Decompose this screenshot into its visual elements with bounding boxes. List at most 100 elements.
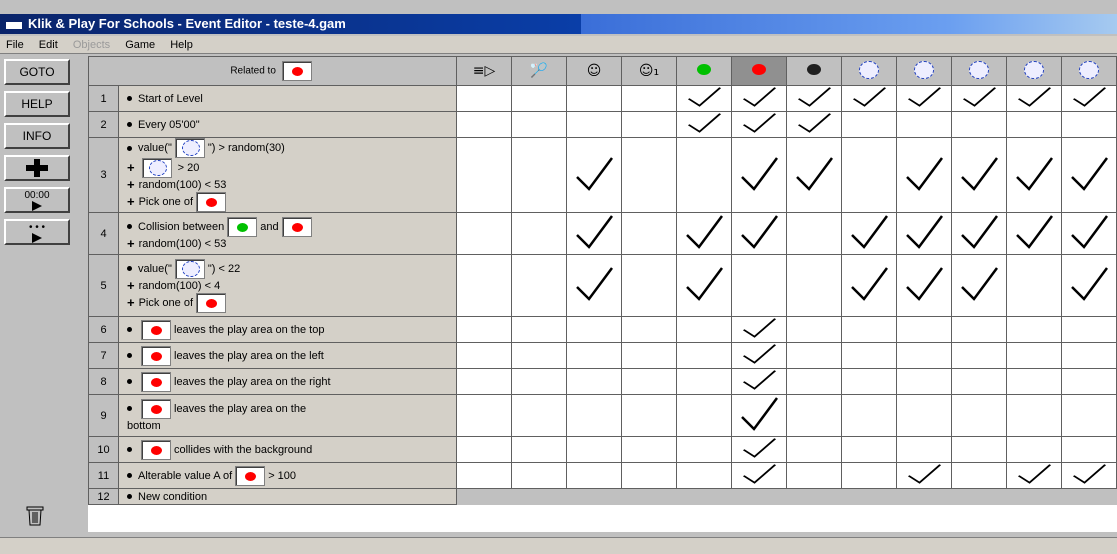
- action-cell[interactable]: [566, 394, 622, 437]
- action-cell[interactable]: [566, 316, 622, 343]
- event-number[interactable]: 2: [88, 111, 119, 138]
- action-cell[interactable]: [676, 462, 732, 489]
- event-conditions[interactable]: Collision between and + random(100) < 53: [118, 212, 457, 255]
- event-number[interactable]: 9: [88, 394, 119, 437]
- action-cell[interactable]: [676, 212, 732, 255]
- green-ball-icon[interactable]: [227, 216, 258, 237]
- action-cell[interactable]: [456, 212, 512, 255]
- action-cell[interactable]: [676, 111, 732, 138]
- action-cell[interactable]: [1006, 137, 1062, 213]
- event-number[interactable]: 8: [88, 368, 119, 395]
- action-cell[interactable]: [511, 85, 567, 112]
- event-conditions[interactable]: leaves the play area on the right: [118, 368, 457, 395]
- action-cell[interactable]: [676, 316, 732, 343]
- action-cell[interactable]: [896, 316, 952, 343]
- action-cell[interactable]: [951, 368, 1007, 395]
- action-cell[interactable]: [621, 137, 677, 213]
- action-cell[interactable]: [511, 342, 567, 369]
- goto-button[interactable]: GOTO: [4, 59, 70, 85]
- menu-file[interactable]: File: [0, 36, 30, 52]
- red-ball-icon[interactable]: [196, 192, 227, 212]
- event-number[interactable]: 7: [88, 342, 119, 369]
- action-cell[interactable]: [456, 462, 512, 489]
- action-cell[interactable]: [731, 254, 787, 317]
- action-cell[interactable]: [566, 137, 622, 213]
- action-cell[interactable]: [621, 462, 677, 489]
- action-cell[interactable]: [676, 137, 732, 213]
- action-cell[interactable]: [1061, 111, 1117, 138]
- event-number[interactable]: 3: [88, 137, 119, 213]
- object-column-10[interactable]: [951, 56, 1007, 86]
- action-cell[interactable]: [896, 212, 952, 255]
- action-cell[interactable]: [786, 462, 842, 489]
- action-cell[interactable]: [1061, 342, 1117, 369]
- action-cell[interactable]: [621, 111, 677, 138]
- action-cell[interactable]: [1061, 462, 1117, 489]
- action-cell[interactable]: [1006, 316, 1062, 343]
- action-cell[interactable]: [1006, 342, 1062, 369]
- red-ball-icon[interactable]: [141, 345, 171, 366]
- action-cell[interactable]: [676, 254, 732, 317]
- object-column-9[interactable]: [896, 56, 952, 86]
- action-cell[interactable]: [1006, 85, 1062, 112]
- action-cell[interactable]: [841, 368, 897, 395]
- action-cell[interactable]: [841, 462, 897, 489]
- event-number[interactable]: 10: [88, 436, 119, 463]
- action-cell[interactable]: [566, 254, 622, 317]
- action-cell[interactable]: [511, 462, 567, 489]
- action-cell[interactable]: [456, 111, 512, 138]
- action-cell[interactable]: [456, 342, 512, 369]
- action-cell[interactable]: [621, 368, 677, 395]
- event-number[interactable]: 1: [88, 85, 119, 112]
- action-cell[interactable]: [511, 137, 567, 213]
- event-conditions[interactable]: Every 05'00": [118, 111, 457, 138]
- action-cell[interactable]: [1061, 85, 1117, 112]
- action-cell[interactable]: [896, 368, 952, 395]
- action-cell[interactable]: [951, 394, 1007, 437]
- related-to-cell[interactable]: Related to: [88, 56, 457, 86]
- step-button[interactable]: • • •: [4, 219, 70, 245]
- object-column-5[interactable]: [676, 56, 732, 86]
- red-ball-icon[interactable]: [235, 465, 266, 486]
- action-cell[interactable]: [731, 342, 787, 369]
- red-ball-icon[interactable]: [141, 439, 171, 460]
- trash-icon[interactable]: [26, 504, 44, 526]
- object-column-8[interactable]: [841, 56, 897, 86]
- action-cell[interactable]: [511, 254, 567, 317]
- add-button[interactable]: [4, 155, 70, 181]
- action-cell[interactable]: [896, 436, 952, 463]
- action-cell[interactable]: [566, 368, 622, 395]
- object-column-3[interactable]: ☺: [566, 56, 622, 86]
- action-cell[interactable]: [456, 137, 512, 213]
- timer-button[interactable]: 00:00: [4, 187, 70, 213]
- action-cell[interactable]: [951, 111, 1007, 138]
- action-cell[interactable]: [566, 462, 622, 489]
- event-number[interactable]: 6: [88, 316, 119, 343]
- action-cell[interactable]: [951, 436, 1007, 463]
- action-cell[interactable]: [841, 342, 897, 369]
- action-cell[interactable]: [951, 254, 1007, 317]
- action-cell[interactable]: [786, 137, 842, 213]
- red-ball-icon[interactable]: [141, 319, 171, 340]
- action-cell[interactable]: [786, 316, 842, 343]
- action-cell[interactable]: [1061, 368, 1117, 395]
- action-cell[interactable]: [1061, 394, 1117, 437]
- action-cell[interactable]: [786, 368, 842, 395]
- action-cell[interactable]: [731, 137, 787, 213]
- action-cell[interactable]: [896, 254, 952, 317]
- help-button[interactable]: HELP: [4, 91, 70, 117]
- action-cell[interactable]: [1006, 111, 1062, 138]
- menu-help[interactable]: Help: [164, 36, 199, 52]
- action-cell[interactable]: [1061, 254, 1117, 317]
- action-cell[interactable]: [1006, 462, 1062, 489]
- action-cell[interactable]: [1006, 368, 1062, 395]
- action-cell[interactable]: [896, 394, 952, 437]
- action-cell[interactable]: [1006, 394, 1062, 437]
- action-cell[interactable]: [841, 394, 897, 437]
- action-cell[interactable]: [731, 316, 787, 343]
- action-cell[interactable]: [511, 368, 567, 395]
- event-conditions[interactable]: collides with the background: [118, 436, 457, 463]
- action-cell[interactable]: [951, 316, 1007, 343]
- action-cell[interactable]: [566, 212, 622, 255]
- event-conditions[interactable]: Alterable value A of > 100: [118, 462, 457, 489]
